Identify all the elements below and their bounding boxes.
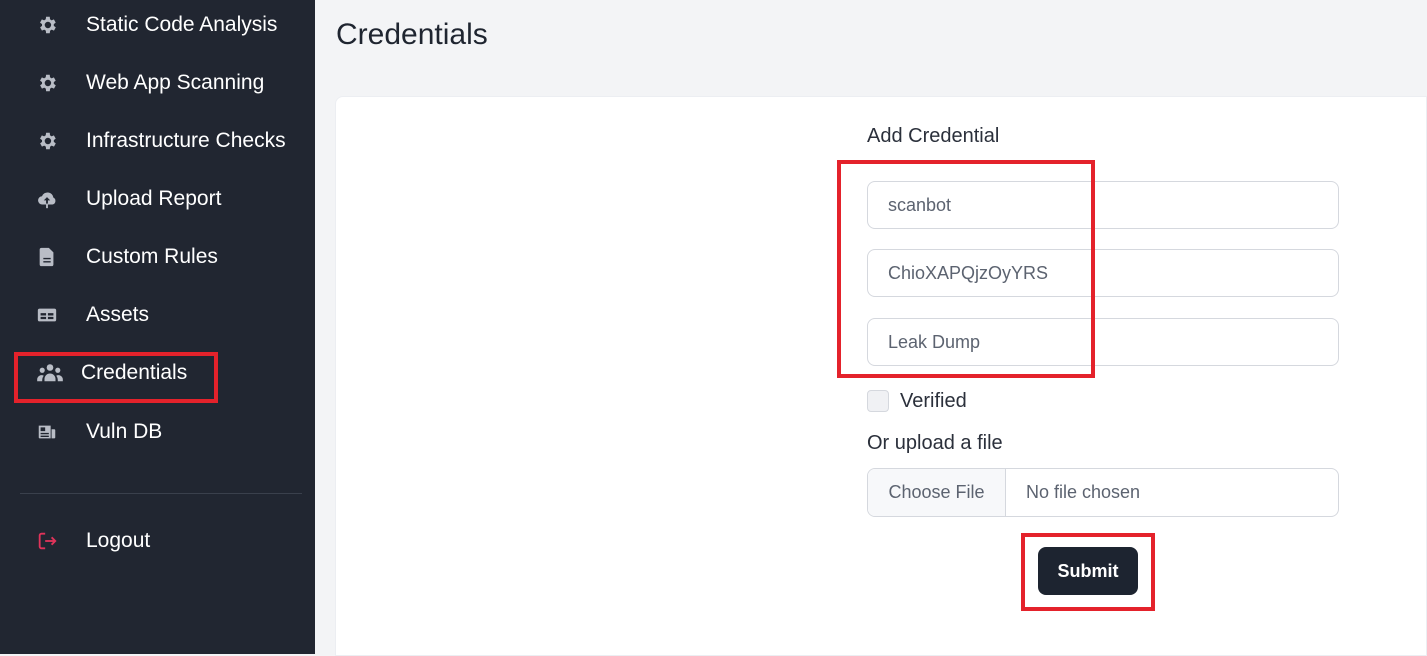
users-icon [35, 361, 65, 385]
file-upload-input[interactable]: Choose File No file chosen [867, 468, 1339, 517]
sidebar-item-label: Web App Scanning [86, 71, 265, 94]
sidebar-item-label: Custom Rules [86, 245, 218, 268]
table-icon [35, 303, 59, 327]
sidebar-item-label: Upload Report [86, 187, 222, 210]
username-field[interactable]: scanbot [867, 181, 1339, 229]
logout-button[interactable]: Logout [35, 521, 305, 561]
file-status-text: No file chosen [1026, 482, 1141, 502]
sidebar-item-label: Vuln DB [86, 420, 163, 443]
sidebar-item-credentials[interactable]: Credentials [35, 353, 305, 393]
sidebar-item-infrastructure-checks[interactable]: Infrastructure Checks [35, 121, 305, 161]
upload-label: Or upload a file [867, 432, 1003, 454]
sidebar-item-label: Static Code Analysis [86, 13, 278, 36]
sidebar-divider [20, 493, 302, 494]
choose-file-button[interactable]: Choose File [868, 469, 1006, 516]
sidebar-item-static-code-analysis[interactable]: Static Code Analysis [35, 5, 305, 45]
source-field[interactable]: Leak Dump [867, 318, 1339, 366]
sidebar-item-upload-report[interactable]: Upload Report [35, 179, 305, 219]
sidebar-item-vuln-db[interactable]: Vuln DB [35, 412, 305, 452]
logout-icon [35, 529, 59, 553]
sidebar-item-web-app-scanning[interactable]: Web App Scanning [35, 63, 305, 103]
password-field[interactable]: ChioXAPQjzOyYRS [867, 249, 1339, 297]
cloud-upload-icon [35, 187, 59, 211]
sidebar: Static Code Analysis Web App Scanning In… [0, 0, 315, 654]
verified-checkbox[interactable] [867, 390, 889, 412]
sidebar-item-label: Assets [86, 303, 150, 326]
sidebar-item-label: Infrastructure Checks [86, 129, 286, 152]
page-title: Credentials [336, 18, 488, 51]
verified-label: Verified [900, 390, 967, 412]
credential-card [335, 96, 1427, 656]
sidebar-item-custom-rules[interactable]: Custom Rules [35, 237, 305, 277]
gear-icon [35, 13, 59, 37]
document-icon [35, 245, 59, 269]
add-credential-heading: Add Credential [867, 125, 1000, 147]
gear-icon [35, 71, 59, 95]
gear-icon [35, 129, 59, 153]
sidebar-item-assets[interactable]: Assets [35, 295, 305, 335]
submit-button[interactable]: Submit [1038, 547, 1138, 595]
sidebar-item-label: Credentials [81, 361, 188, 384]
news-icon [35, 420, 59, 444]
logout-label: Logout [86, 529, 151, 552]
